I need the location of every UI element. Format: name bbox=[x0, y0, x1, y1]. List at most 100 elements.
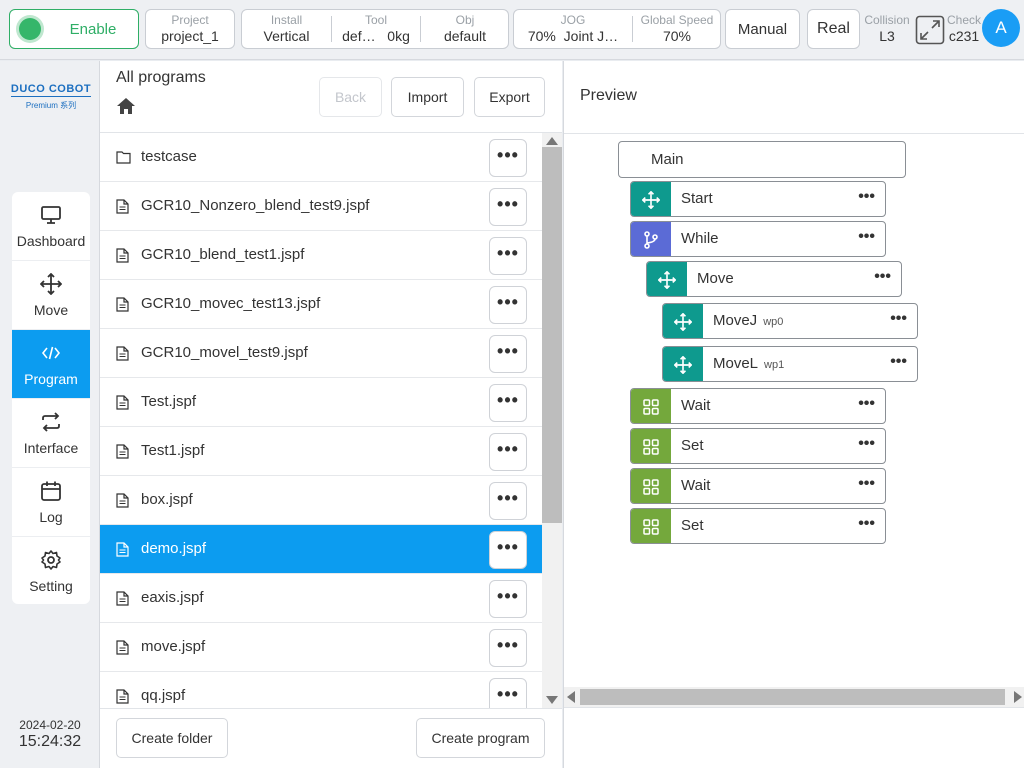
tool-selector[interactable]: Tool def… 0kg bbox=[332, 10, 420, 48]
scroll-right-icon[interactable] bbox=[1014, 691, 1022, 703]
check-indicator[interactable]: Check c231 bbox=[945, 9, 983, 47]
file-row[interactable]: qq.jspf ••• bbox=[100, 672, 542, 708]
more-options-button[interactable]: ••• bbox=[489, 482, 527, 520]
install-selector[interactable]: Install Vertical bbox=[242, 10, 331, 48]
more-options-button[interactable]: ••• bbox=[489, 629, 527, 667]
folder-row[interactable]: testcase ••• bbox=[100, 133, 542, 182]
file-name: GCR10_movel_test9.jspf bbox=[141, 344, 308, 361]
folder-icon bbox=[116, 150, 131, 166]
scrollbar-thumb[interactable] bbox=[542, 147, 562, 523]
nav-item-move[interactable]: Move bbox=[12, 261, 90, 330]
more-options-button[interactable]: ••• bbox=[489, 433, 527, 471]
scroll-up-icon[interactable] bbox=[546, 137, 558, 145]
block-more-button[interactable]: ••• bbox=[858, 395, 875, 413]
create-folder-button[interactable]: Create folder bbox=[116, 718, 228, 758]
program-block-wait[interactable]: Wait ••• bbox=[630, 468, 886, 504]
more-options-button[interactable]: ••• bbox=[489, 580, 527, 618]
mode-manual-button[interactable]: Manual bbox=[725, 9, 800, 49]
program-block-movel[interactable]: MoveL wp1 ••• bbox=[662, 346, 918, 382]
program-block-move[interactable]: Move ••• bbox=[646, 261, 902, 297]
jog-selector[interactable]: JOG 70% Joint J… bbox=[514, 10, 632, 48]
nav-item-log[interactable]: Log bbox=[12, 468, 90, 537]
check-value: c231 bbox=[948, 28, 980, 44]
global-speed-selector[interactable]: Global Speed 70% bbox=[633, 10, 721, 48]
hscrollbar-thumb[interactable] bbox=[580, 689, 1005, 705]
fullscreen-icon[interactable] bbox=[915, 15, 945, 45]
import-button[interactable]: Import bbox=[391, 77, 464, 117]
program-block-while[interactable]: While ••• bbox=[630, 221, 886, 257]
block-more-button[interactable]: ••• bbox=[890, 353, 907, 371]
move-arrows-icon bbox=[12, 273, 90, 295]
more-options-button[interactable]: ••• bbox=[489, 139, 527, 177]
more-options-button[interactable]: ••• bbox=[489, 531, 527, 569]
block-more-button[interactable]: ••• bbox=[858, 435, 875, 453]
program-block-set[interactable]: Set ••• bbox=[630, 428, 886, 464]
file-row[interactable]: box.jspf ••• bbox=[100, 476, 542, 525]
real-label: Real bbox=[817, 20, 850, 37]
project-selector[interactable]: Project project_1 bbox=[145, 9, 235, 49]
more-options-button[interactable]: ••• bbox=[489, 188, 527, 226]
block-label-text: MoveL bbox=[713, 355, 759, 372]
export-button[interactable]: Export bbox=[474, 77, 545, 117]
jog-title: JOG bbox=[560, 13, 586, 27]
program-block-wait[interactable]: Wait ••• bbox=[630, 388, 886, 424]
home-icon[interactable] bbox=[116, 96, 136, 121]
file-icon bbox=[116, 444, 130, 460]
nav-item-dashboard[interactable]: Dashboard bbox=[12, 192, 90, 261]
block-more-button[interactable]: ••• bbox=[858, 228, 875, 246]
block-label-text: While bbox=[681, 230, 719, 247]
scroll-down-icon[interactable] bbox=[546, 696, 558, 704]
program-block-movej[interactable]: MoveJ wp0 ••• bbox=[662, 303, 918, 339]
file-row[interactable]: GCR10_movel_test9.jspf ••• bbox=[100, 329, 542, 378]
more-options-button[interactable]: ••• bbox=[489, 237, 527, 275]
clock-date: 2024-02-20 bbox=[19, 718, 81, 732]
back-button[interactable]: Back bbox=[319, 77, 382, 117]
block-more-button[interactable]: ••• bbox=[874, 268, 891, 286]
block-label: While bbox=[681, 230, 719, 247]
move-arrows-icon bbox=[663, 347, 703, 381]
page-title: All programs bbox=[116, 69, 206, 86]
nav-item-program[interactable]: Program bbox=[12, 330, 90, 399]
program-tree: Main Start ••• While ••• Move ••• MoveJ wp0 ••• M… bbox=[564, 134, 1024, 687]
program-block-start[interactable]: Start ••• bbox=[630, 181, 886, 217]
program-footer: Create folder Create program bbox=[100, 708, 562, 768]
block-more-button[interactable]: ••• bbox=[890, 310, 907, 328]
file-row[interactable]: GCR10_movec_test13.jspf ••• bbox=[100, 280, 542, 329]
main-block[interactable]: Main bbox=[618, 141, 906, 178]
global-speed-value: 70% bbox=[662, 28, 692, 44]
file-row[interactable]: move.jspf ••• bbox=[100, 623, 542, 672]
block-more-button[interactable]: ••• bbox=[858, 475, 875, 493]
file-icon bbox=[116, 591, 130, 607]
block-waypoint: wp1 bbox=[764, 359, 785, 371]
more-options-button[interactable]: ••• bbox=[489, 678, 527, 708]
block-more-button[interactable]: ••• bbox=[858, 188, 875, 206]
file-row[interactable]: GCR10_Nonzero_blend_test9.jspf ••• bbox=[100, 182, 542, 231]
scroll-left-icon[interactable] bbox=[567, 691, 575, 703]
more-options-button[interactable]: ••• bbox=[489, 384, 527, 422]
file-row[interactable]: Test1.jspf ••• bbox=[100, 427, 542, 476]
enable-button[interactable]: Enable bbox=[9, 9, 139, 49]
file-row[interactable]: GCR10_blend_test1.jspf ••• bbox=[100, 231, 542, 280]
block-label-text: MoveJ bbox=[713, 312, 758, 329]
file-row[interactable]: demo.jspf ••• bbox=[100, 525, 542, 574]
more-options-button[interactable]: ••• bbox=[489, 286, 527, 324]
avatar[interactable]: A bbox=[982, 9, 1020, 47]
block-more-button[interactable]: ••• bbox=[858, 515, 875, 533]
program-block-set[interactable]: Set ••• bbox=[630, 508, 886, 544]
file-row[interactable]: eaxis.jspf ••• bbox=[100, 574, 542, 623]
collision-indicator[interactable]: Collision L3 bbox=[863, 9, 911, 47]
file-name: testcase bbox=[141, 148, 197, 165]
nav-item-interface[interactable]: Interface bbox=[12, 399, 90, 468]
mode-label: Manual bbox=[737, 21, 788, 38]
file-name: qq.jspf bbox=[141, 687, 186, 704]
file-row[interactable]: Test.jspf ••• bbox=[100, 378, 542, 427]
preview-hscrollbar[interactable] bbox=[564, 687, 1024, 707]
obj-selector[interactable]: Obj default bbox=[421, 10, 509, 48]
more-options-button[interactable]: ••• bbox=[489, 335, 527, 373]
gear-icon bbox=[12, 549, 90, 571]
real-mode-button[interactable]: Real bbox=[807, 9, 860, 49]
move-arrows-icon bbox=[631, 182, 671, 216]
program-list-scrollbar[interactable] bbox=[542, 133, 562, 708]
nav-item-setting[interactable]: Setting bbox=[12, 537, 90, 604]
create-program-button[interactable]: Create program bbox=[416, 718, 545, 758]
